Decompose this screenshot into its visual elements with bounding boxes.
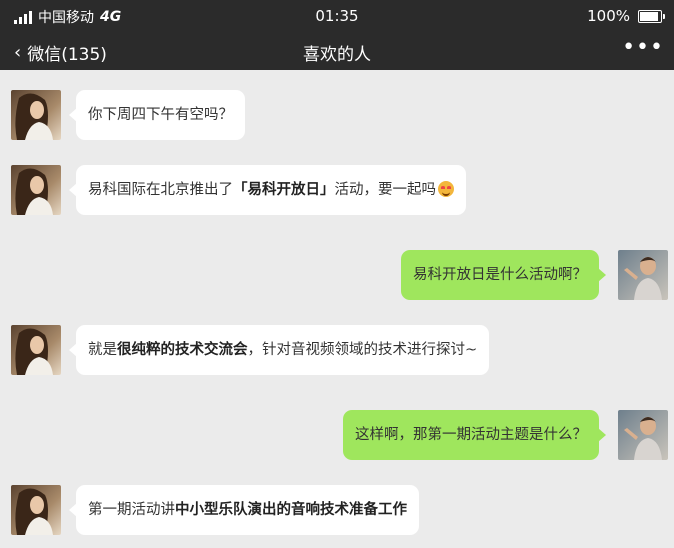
incoming-message-bubble[interactable]: 就是很纯粹的技术交流会，针对音视频领域的技术进行探讨~ [68, 325, 490, 375]
contact-avatar[interactable] [11, 90, 61, 140]
message-text: 第一期活动讲 [88, 502, 175, 518]
contact-avatar[interactable] [11, 325, 61, 375]
contact-avatar[interactable] [11, 485, 61, 535]
message-row: 你下周四下午有空吗？ [0, 90, 674, 140]
incoming-message-bubble[interactable]: 易科国际在北京推出了「易科开放日」活动，要一起吗 [69, 165, 466, 215]
my-avatar[interactable] [618, 410, 668, 460]
status-bar: 中国移动 4G 01:35 100% [0, 0, 674, 32]
outgoing-message-bubble[interactable]: 易科开放日是什么活动啊？ [401, 250, 606, 300]
chat-title: 喜欢的人 [303, 45, 371, 65]
message-row: 易科开放日是什么活动啊？ [0, 250, 674, 300]
message-row: 就是很纯粹的技术交流会，针对音视频领域的技术进行探讨~ [0, 325, 674, 375]
message-text: 活动，要一起吗 [334, 182, 437, 198]
heart-eyes-emoji [438, 181, 454, 197]
message-text-bold: 中小型乐队演出的音响技术准备工作 [175, 502, 407, 518]
battery-icon [638, 9, 665, 23]
message-row: 第一期活动讲中小型乐队演出的音响技术准备工作 [0, 485, 674, 535]
battery-percent: 100% [587, 7, 630, 25]
message-text-bold: 「易科开放日」 [233, 182, 335, 198]
message-row: 这样啊，那第一期活动主题是什么？ [0, 410, 674, 460]
message-text: 易科开放日是什么活动啊？ [413, 267, 587, 283]
incoming-message-bubble[interactable]: 你下周四下午有空吗？ [69, 90, 245, 140]
status-right: 100% [587, 7, 665, 25]
message-text: ，针对音视频领域的技术进行探讨~ [247, 342, 478, 358]
incoming-message-bubble[interactable]: 第一期活动讲中小型乐队演出的音响技术准备工作 [69, 485, 419, 535]
message-text: 这样啊，那第一期活动主题是什么？ [355, 427, 587, 443]
top-bar: 中国移动 4G 01:35 100% ‹ 微信(135) 喜欢的人 ••• [0, 0, 674, 70]
battery-fill [640, 11, 658, 21]
message-list[interactable]: 你下周四下午有空吗？ 易科国际在北京推出了「易科开放日」活动，要一起吗易科开放日是… [0, 70, 674, 548]
outgoing-message-bubble[interactable]: 这样啊，那第一期活动主题是什么？ [343, 410, 606, 460]
more-dots-icon[interactable]: ••• [622, 35, 664, 60]
message-text-bold: 很纯粹的技术交流会 [117, 342, 248, 358]
navigation-bar: ‹ 微信(135) 喜欢的人 ••• [0, 32, 674, 70]
my-avatar[interactable] [618, 250, 668, 300]
wechat-chat-screen: 中国移动 4G 01:35 100% ‹ 微信(135) 喜欢的人 ••• 你下… [0, 0, 674, 548]
contact-avatar[interactable] [11, 165, 61, 215]
message-text: 你下周四下午有空吗？ [88, 107, 233, 123]
message-text: 就是 [88, 342, 117, 358]
message-text: 易科国际在北京推出了 [88, 182, 233, 198]
message-row: 易科国际在北京推出了「易科开放日」活动，要一起吗 [0, 165, 674, 215]
clock: 01:35 [315, 7, 359, 25]
